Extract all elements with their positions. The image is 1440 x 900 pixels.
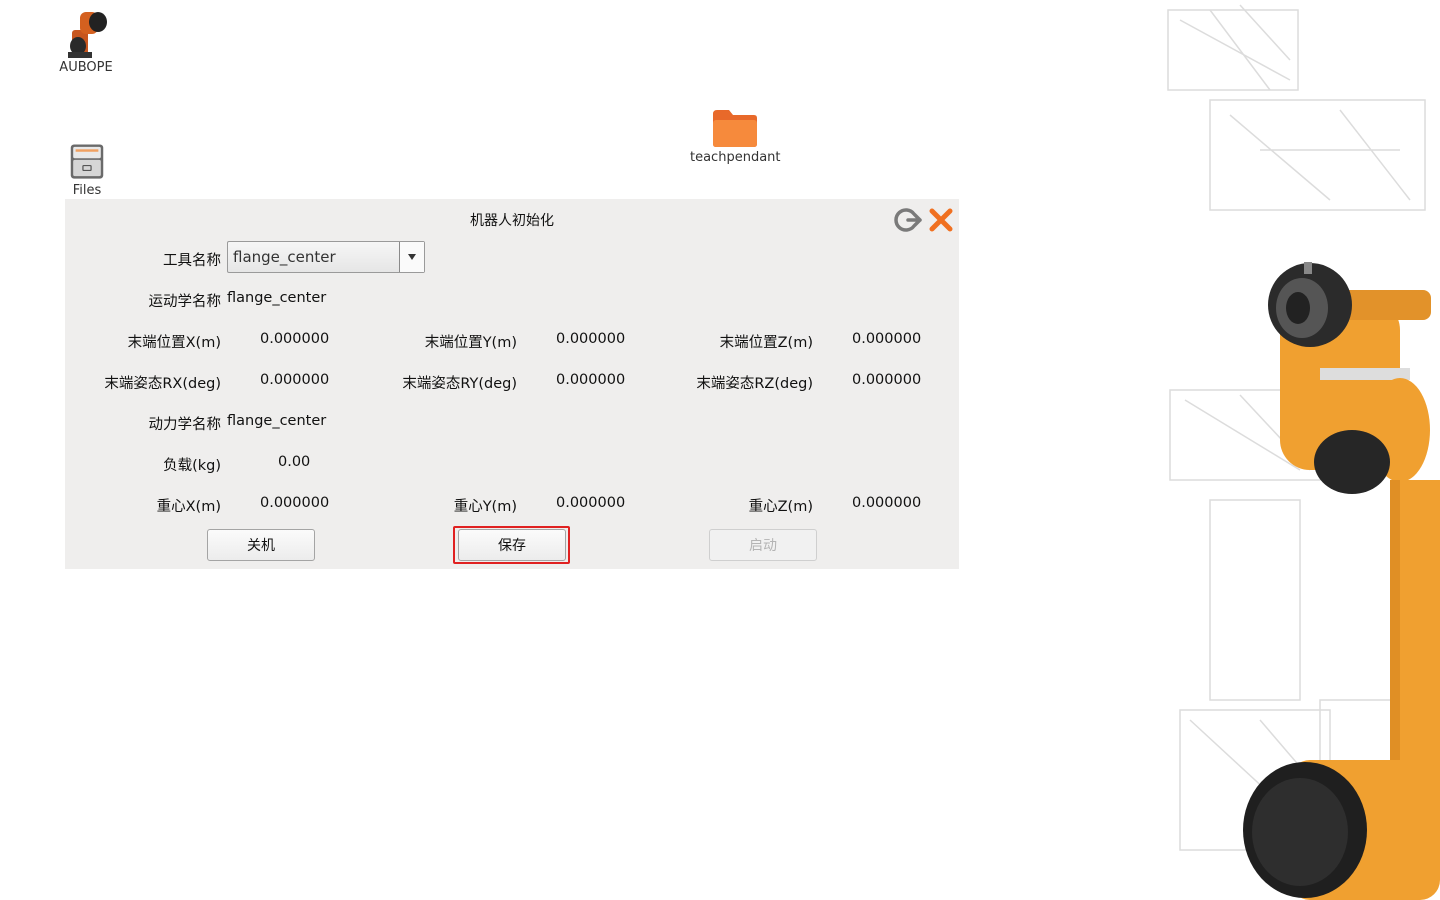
aubope-robot-icon (68, 12, 107, 58)
cog-z-value: 0.000000 (852, 495, 922, 511)
end-pos-z-label: 末端位置Z(m) (719, 335, 813, 351)
chevron-down-icon[interactable] (399, 242, 424, 272)
cog-y-value: 0.000000 (556, 495, 626, 511)
close-icon[interactable] (927, 206, 955, 234)
payload-value: 0.00 (278, 454, 311, 470)
end-pos-x-label: 末端位置X(m) (127, 335, 221, 351)
end-pos-y-label: 末端位置Y(m) (424, 335, 517, 351)
desktop-icon-teachpendant[interactable]: teachpendant (690, 106, 781, 165)
folder-icon (713, 110, 758, 147)
cog-x-label: 重心X(m) (156, 499, 221, 515)
end-rx-value: 0.000000 (260, 372, 330, 388)
desktop-icon-label: AUBOPE (59, 60, 113, 75)
kinematics-name-value: flange_center (227, 290, 327, 306)
dynamics-name-label: 动力学名称 (148, 417, 222, 433)
cog-z-label: 重心Z(m) (748, 499, 813, 515)
start-button: 启动 (709, 529, 817, 561)
desktop-icon-files[interactable]: Files (63, 142, 111, 198)
end-pos-x-value: 0.000000 (260, 331, 330, 347)
end-rz-value: 0.000000 (852, 372, 922, 388)
desktop-icon-aubope[interactable]: AUBOPE (58, 8, 114, 75)
end-pos-z-value: 0.000000 (852, 331, 922, 347)
end-pos-y-value: 0.000000 (556, 331, 626, 347)
robot-init-dialog: 机器人初始化 工具名称 flange_center 运动学名称 flange_c… (65, 199, 959, 569)
end-rz-label: 末端姿态RZ(deg) (696, 376, 813, 392)
save-button[interactable]: 保存 (458, 529, 566, 561)
tool-name-label: 工具名称 (163, 253, 221, 269)
cog-y-label: 重心Y(m) (453, 499, 517, 515)
tool-name-selected: flange_center (233, 248, 336, 266)
refresh-icon[interactable] (892, 206, 922, 234)
end-rx-label: 末端姿态RX(deg) (104, 376, 221, 392)
file-cabinet-icon (70, 144, 104, 179)
dynamics-name-value: flange_center (227, 413, 327, 429)
robot-arm-wallpaper (1167, 4, 1440, 900)
desktop-icon-label: teachpendant (690, 150, 781, 165)
kinematics-name-label: 运动学名称 (148, 294, 222, 310)
dialog-title: 机器人初始化 (470, 213, 554, 229)
desktop-icon-label: Files (72, 183, 102, 198)
shutdown-button[interactable]: 关机 (207, 529, 315, 561)
end-ry-label: 末端姿态RY(deg) (402, 376, 517, 392)
end-ry-value: 0.000000 (556, 372, 626, 388)
tool-name-dropdown[interactable]: flange_center (227, 241, 425, 273)
cog-x-value: 0.000000 (260, 495, 330, 511)
payload-label: 负载(kg) (163, 458, 221, 474)
